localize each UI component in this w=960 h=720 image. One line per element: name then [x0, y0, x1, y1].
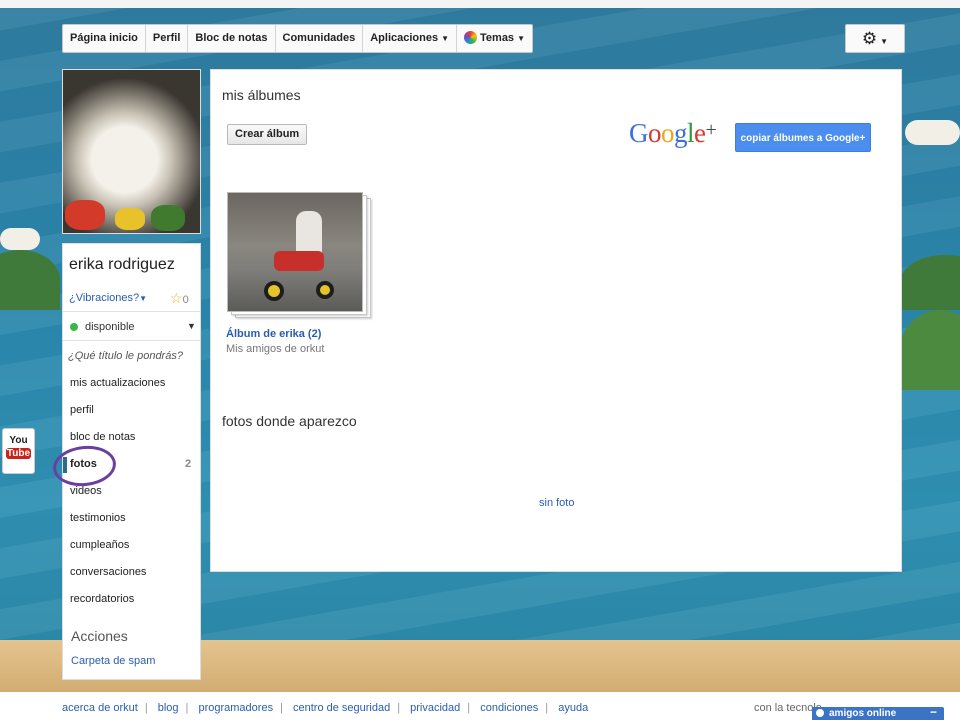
create-album-button[interactable]: Crear álbum — [227, 124, 308, 145]
friends-online-label: amigos online — [829, 708, 897, 719]
photo-toy — [151, 205, 185, 231]
vibe-dropdown[interactable]: ¿Vibraciones?▼ — [69, 292, 147, 304]
profile-name[interactable]: erika rodriguez — [69, 256, 175, 274]
youtube-badge[interactable]: You Tube — [2, 428, 35, 474]
minimize-icon[interactable]: − — [930, 705, 937, 719]
star-icon: ☆ — [170, 290, 183, 306]
friends-online-bar[interactable]: amigos online − — [812, 705, 944, 720]
footer-separator: | — [280, 702, 283, 714]
title-prompt[interactable]: ¿Qué título le pondrás? — [68, 350, 183, 362]
chevron-down-icon: ▼ — [441, 34, 450, 43]
actions-heading: Acciones — [71, 628, 128, 644]
copy-to-google-plus-button[interactable]: copiar álbumes a Google+ — [735, 123, 871, 152]
background-hill — [900, 255, 960, 310]
footer-link-terms[interactable]: condiciones — [480, 702, 538, 714]
photo-tricycle — [274, 251, 324, 271]
profile-photo[interactable] — [62, 69, 201, 234]
youtube-badge-you: You — [9, 435, 28, 446]
menu-testimonials[interactable]: testimonios — [70, 512, 126, 524]
album-thumbnail[interactable] — [227, 192, 371, 318]
background-hill — [0, 250, 60, 310]
status-available-icon — [70, 323, 78, 331]
theme-color-icon — [464, 31, 478, 44]
nav-applications-label: Aplicaciones — [370, 32, 439, 44]
footer-separator: | — [545, 702, 549, 714]
menu-notes[interactable]: bloc de notas — [70, 431, 135, 443]
google-plus-logo: Google+ — [629, 118, 717, 148]
divider — [63, 311, 200, 312]
footer-separator: | — [144, 702, 148, 714]
nav-themes[interactable]: Temas ▼ — [457, 25, 532, 52]
albums-panel: mis álbumes Crear álbum Google+ copiar á… — [210, 69, 902, 572]
youtube-badge-tube: Tube — [6, 448, 31, 459]
vibe-count[interactable]: ☆0 — [170, 290, 189, 307]
photo-toy — [115, 208, 145, 230]
nav-notes[interactable]: Bloc de notas — [188, 25, 276, 52]
footer-link-help[interactable]: ayuda — [558, 702, 588, 714]
album-cover-image — [227, 192, 363, 312]
chevron-down-icon: ▼ — [139, 294, 148, 303]
nav-communities[interactable]: Comunidades — [276, 25, 364, 52]
footer-link-about[interactable]: acerca de orkut — [62, 702, 138, 714]
nav-home[interactable]: Página inicio — [63, 25, 146, 52]
footer-separator: | — [467, 702, 471, 714]
status-dropdown-icon[interactable]: ▼ — [187, 321, 196, 331]
menu-updates[interactable]: mis actualizaciones — [70, 377, 165, 389]
footer-link-safety[interactable]: centro de seguridad — [293, 702, 390, 714]
spam-folder-link[interactable]: Carpeta de spam — [71, 655, 155, 667]
background-hill — [900, 310, 960, 390]
menu-reminders[interactable]: recordatorios — [70, 593, 134, 605]
chevron-down-icon: ▼ — [880, 37, 889, 46]
vibe-count-value: 0 — [182, 294, 189, 306]
online-status-icon — [816, 709, 824, 717]
photo-toy — [65, 200, 105, 230]
divider — [63, 340, 200, 341]
tagged-photos-title: fotos donde aparezco — [222, 413, 357, 429]
footer-links: acerca de orkut | blog | programadores | ce… — [62, 702, 588, 714]
vibe-label: ¿Vibraciones? — [69, 292, 140, 304]
footer-separator: | — [185, 702, 189, 714]
photos-count: 2 — [185, 458, 192, 470]
nav-profile[interactable]: Perfil — [146, 25, 189, 52]
status-label[interactable]: disponible — [85, 321, 135, 333]
menu-conversations[interactable]: conversaciones — [70, 566, 146, 578]
nav-themes-label: Temas — [480, 32, 515, 44]
footer-link-blog[interactable]: blog — [158, 702, 179, 714]
albums-title: mis álbumes — [222, 87, 301, 103]
chevron-down-icon: ▼ — [517, 34, 525, 43]
settings-button[interactable]: ⚙ ▼ — [845, 24, 905, 53]
no-photo-link[interactable]: sin foto — [539, 497, 574, 509]
footer-separator: | — [397, 702, 401, 714]
footer-link-developers[interactable]: programadores — [198, 702, 273, 714]
top-nav: Página inicio Perfil Bloc de notas Comun… — [62, 24, 533, 53]
background-cloud — [905, 120, 960, 145]
photo-wheel — [316, 281, 334, 299]
gear-icon: ⚙ — [861, 29, 878, 48]
photo-wheel — [264, 281, 284, 301]
album-title-link[interactable]: Álbum de erika (2) — [226, 328, 321, 340]
top-strip — [0, 0, 960, 8]
menu-profile[interactable]: perfil — [70, 404, 94, 416]
album-subtitle: Mis amigos de orkut — [226, 343, 325, 355]
nav-applications[interactable]: Aplicaciones ▼ — [363, 25, 458, 52]
menu-birthdays[interactable]: cumpleaños — [70, 539, 129, 551]
footer-link-privacy[interactable]: privacidad — [410, 702, 460, 714]
background-cloud — [0, 228, 40, 250]
menu-videos[interactable]: videos — [70, 485, 102, 497]
